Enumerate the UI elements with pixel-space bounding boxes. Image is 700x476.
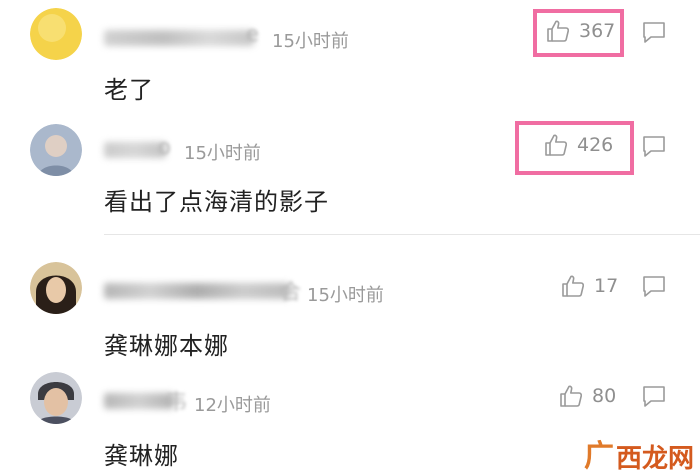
- comment-text: 看出了点海清的影子: [104, 188, 329, 216]
- comment-item: o 15小时前 看出了点海清的影子 426: [0, 118, 700, 236]
- username-blurred[interactable]: [104, 30, 254, 46]
- username-visible-part: 韦: [166, 390, 187, 414]
- comment-text: 龚琳娜本娜: [104, 332, 229, 360]
- avatar[interactable]: [30, 262, 82, 314]
- avatar[interactable]: [30, 8, 82, 60]
- like-count: 367: [579, 20, 616, 42]
- like-count: 426: [577, 134, 614, 156]
- comment-bubble-icon: [640, 386, 668, 414]
- watermark-logo: 广: [583, 439, 614, 474]
- comment-time: 15小时前: [307, 285, 384, 306]
- reply-button[interactable]: [640, 18, 668, 46]
- section-divider: [104, 234, 700, 235]
- avatar[interactable]: [30, 372, 82, 424]
- watermark-text: 西龙网: [615, 444, 694, 474]
- like-count: 17: [594, 275, 619, 297]
- comment-item: 合 15小时前 龚琳娜本娜 17: [0, 256, 700, 366]
- username-visible-part: e: [246, 22, 259, 46]
- like-count: 80: [592, 385, 617, 407]
- comment-time: 15小时前: [272, 31, 349, 52]
- username-blurred[interactable]: [104, 393, 174, 409]
- site-watermark: 广 西龙网: [583, 439, 694, 474]
- username-visible-part: 合: [280, 280, 301, 304]
- comment-bubble-icon: [640, 22, 668, 50]
- username-blurred[interactable]: [104, 283, 290, 299]
- thumbs-up-icon: [543, 132, 569, 158]
- username-blurred[interactable]: [104, 142, 166, 158]
- avatar[interactable]: [30, 124, 82, 176]
- username-visible-part: o: [158, 135, 171, 159]
- reply-button[interactable]: [640, 132, 668, 160]
- like-button[interactable]: 17: [560, 271, 618, 301]
- thumbs-up-icon: [560, 273, 586, 299]
- comment-text: 老了: [104, 76, 154, 104]
- like-button[interactable]: 367: [545, 16, 615, 46]
- comment-bubble-icon: [640, 276, 668, 304]
- comment-item: e 15小时前 老了 367: [0, 0, 700, 120]
- thumbs-up-icon: [558, 383, 584, 409]
- comment-text: 龚琳娜: [104, 442, 179, 470]
- like-button[interactable]: 426: [543, 130, 613, 160]
- reply-button[interactable]: [640, 272, 668, 300]
- comment-time: 15小时前: [184, 143, 261, 164]
- comment-bubble-icon: [640, 136, 668, 164]
- reply-button[interactable]: [640, 382, 668, 410]
- comment-time: 12小时前: [194, 395, 271, 416]
- like-button[interactable]: 80: [558, 381, 616, 411]
- thumbs-up-icon: [545, 18, 571, 44]
